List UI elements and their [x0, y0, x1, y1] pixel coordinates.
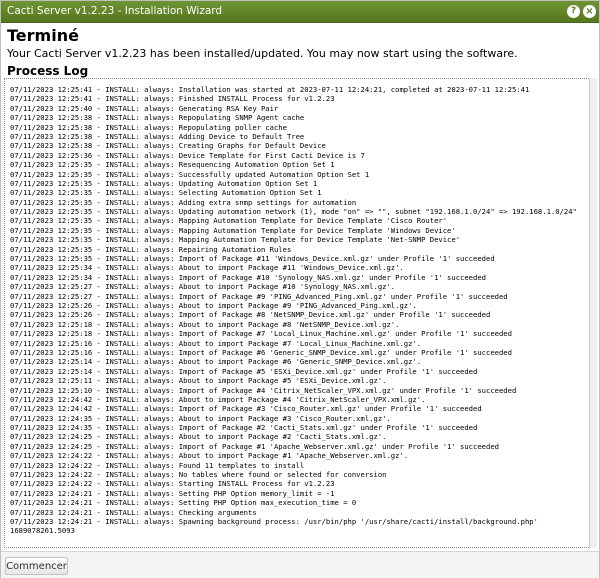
log-line: 07/11/2023 12:25:40 - INSTALL: always: G…	[10, 103, 279, 113]
log-line: 07/11/2023 12:25:27 - INSTALL: always: A…	[10, 282, 396, 292]
installation-wizard-dialog: Cacti Server v1.2.23 - Installation Wiza…	[0, 0, 600, 578]
log-line: 07/11/2023 12:24:25 - INSTALL: always: I…	[10, 441, 499, 451]
log-line: 07/11/2023 12:25:27 - INSTALL: always: I…	[10, 291, 508, 301]
log-line: 07/11/2023 12:25:35 - INSTALL: always: R…	[10, 160, 335, 170]
log-line: 07/11/2023 12:25:35 - INSTALL: always: M…	[10, 216, 448, 226]
log-line: 07/11/2023 12:25:38 - INSTALL: always: C…	[10, 141, 326, 151]
log-line: 07/11/2023 12:24:21 - INSTALL: always: S…	[10, 498, 357, 508]
log-line: 07/11/2023 12:25:35 - INSTALL: always: M…	[10, 225, 456, 235]
log-line: 07/11/2023 12:25:16 - INSTALL: always: I…	[10, 347, 512, 357]
log-line: 07/11/2023 12:25:34 - INSTALL: always: I…	[10, 272, 486, 282]
wizard-content: Terminé Your Cacti Server v1.2.23 has be…	[1, 23, 599, 549]
log-line: 07/11/2023 12:25:26 - INSTALL: always: A…	[10, 300, 417, 310]
log-line: 07/11/2023 12:25:35 - INSTALL: always: M…	[10, 235, 461, 245]
log-line: 07/11/2023 12:24:22 - INSTALL: always: A…	[10, 451, 409, 461]
process-log-list: 07/11/2023 12:25:41 - INSTALL: always: I…	[10, 85, 577, 536]
close-icon[interactable]: ×	[583, 5, 596, 18]
wizard-footer: Commencer	[1, 551, 599, 578]
log-line: 07/11/2023 12:25:14 - INSTALL: always: A…	[10, 357, 422, 367]
log-line: 07/11/2023 12:25:35 - INSTALL: always: U…	[10, 207, 577, 217]
window-title: Cacti Server v1.2.23 - Installation Wiza…	[7, 5, 223, 17]
help-icon[interactable]: ?	[567, 5, 580, 18]
log-line: 07/11/2023 12:24:42 - INSTALL: always: A…	[10, 394, 426, 404]
title-bar[interactable]: Cacti Server v1.2.23 - Installation Wiza…	[1, 1, 599, 23]
log-line: 07/11/2023 12:25:38 - INSTALL: always: R…	[10, 113, 305, 123]
log-line: 07/11/2023 12:24:35 - INSTALL: always: I…	[10, 423, 478, 433]
log-line: 07/11/2023 12:24:21 - INSTALL: always: C…	[10, 507, 257, 517]
start-button[interactable]: Commencer	[5, 557, 68, 575]
log-line: 07/11/2023 12:25:16 - INSTALL: always: A…	[10, 338, 422, 348]
log-line: 07/11/2023 12:24:42 - INSTALL: always: I…	[10, 404, 482, 414]
log-line: 07/11/2023 12:24:21 - INSTALL: always: S…	[10, 516, 538, 526]
log-line: 07/11/2023 12:25:38 - INSTALL: always: R…	[10, 122, 287, 132]
log-line: 07/11/2023 12:25:35 - INSTALL: always: S…	[10, 169, 370, 179]
install-complete-message: Your Cacti Server v1.2.23 has been insta…	[7, 47, 518, 60]
process-log-heading: Process Log	[7, 64, 89, 78]
log-line: 07/11/2023 12:24:22 - INSTALL: always: S…	[10, 479, 335, 489]
log-line: 07/11/2023 12:24:35 - INSTALL: always: A…	[10, 413, 391, 423]
log-line: 07/11/2023 12:25:35 - INSTALL: always: S…	[10, 188, 322, 198]
log-line: 07/11/2023 12:24:22 - INSTALL: always: F…	[10, 460, 305, 470]
log-line: 07/11/2023 12:25:35 - INSTALL: always: U…	[10, 178, 318, 188]
process-log-box[interactable]: 07/11/2023 12:25:41 - INSTALL: always: I…	[4, 78, 589, 548]
log-line: 07/11/2023 12:25:38 - INSTALL: always: A…	[10, 131, 305, 141]
log-line: 07/11/2023 12:25:41 - INSTALL: always: F…	[10, 94, 335, 104]
log-line: 07/11/2023 12:25:11 - INSTALL: always: A…	[10, 376, 387, 386]
log-line: 1689078261.5093	[10, 526, 75, 536]
log-line: 07/11/2023 12:24:21 - INSTALL: always: S…	[10, 488, 335, 498]
log-line: 07/11/2023 12:25:18 - INSTALL: always: A…	[10, 319, 400, 329]
log-line: 07/11/2023 12:25:41 - INSTALL: always: I…	[10, 85, 530, 94]
log-line: 07/11/2023 12:24:22 - INSTALL: always: N…	[10, 470, 387, 480]
log-line: 07/11/2023 12:25:36 - INSTALL: always: D…	[10, 150, 365, 160]
log-line: 07/11/2023 12:25:18 - INSTALL: always: I…	[10, 329, 512, 339]
log-line: 07/11/2023 12:25:26 - INSTALL: always: I…	[10, 310, 491, 320]
log-line: 07/11/2023 12:24:25 - INSTALL: always: A…	[10, 432, 387, 442]
log-line: 07/11/2023 12:25:35 - INSTALL: always: I…	[10, 254, 495, 264]
log-line: 07/11/2023 12:25:10 - INSTALL: always: I…	[10, 385, 517, 395]
log-line: 07/11/2023 12:25:34 - INSTALL: always: A…	[10, 263, 404, 273]
log-line: 07/11/2023 12:25:35 - INSTALL: always: A…	[10, 197, 357, 207]
log-line: 07/11/2023 12:25:35 - INSTALL: always: R…	[10, 244, 292, 254]
page-title: Terminé	[7, 26, 79, 45]
log-line: 07/11/2023 12:25:14 - INSTALL: always: I…	[10, 366, 478, 376]
log-scrollbar[interactable]	[589, 78, 597, 548]
